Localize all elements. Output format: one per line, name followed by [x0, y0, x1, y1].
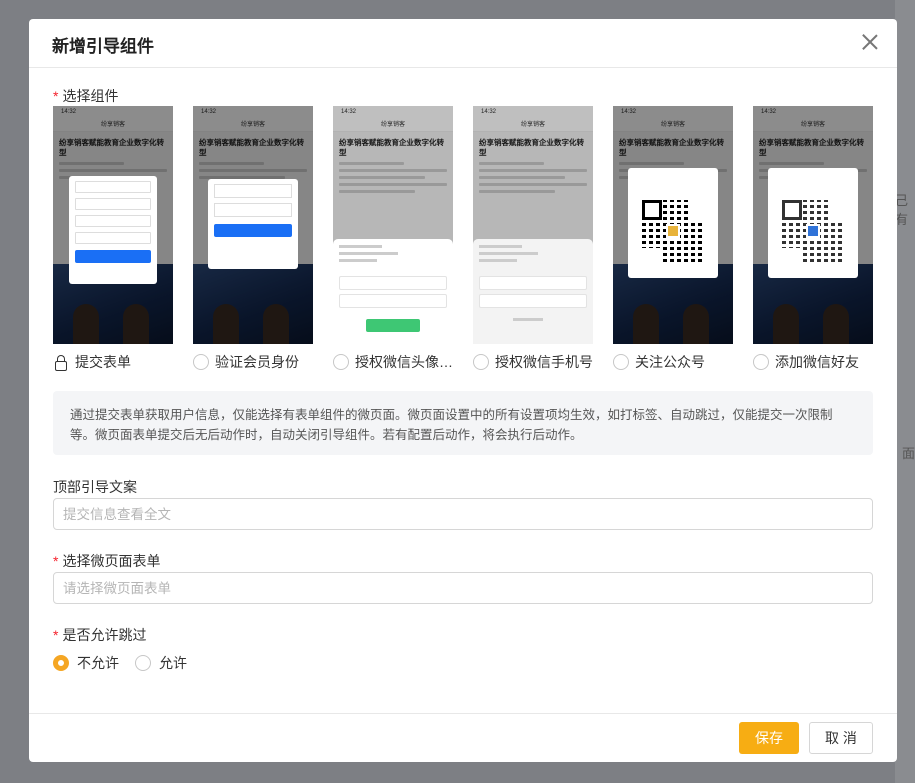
auth-sheet-preview [333, 239, 453, 344]
card-label: 验证会员身份 [215, 354, 299, 370]
qr-logo [666, 224, 680, 238]
skip-option-disallow[interactable]: 不允许 [53, 653, 119, 673]
preview-thumbnail: 14:32 纷享销客 纷享销客赋能教育企业数字化转型 [333, 106, 453, 344]
dialog-title: 新增引导组件 [52, 37, 154, 56]
skip-radio-group: 不允许 允许 [53, 653, 203, 673]
component-card-wechat-phone[interactable]: 14:32 纷享销客 纷享销客赋能教育企业数字化转型 授权微信手机号 [473, 106, 593, 370]
card-label: 添加微信好友 [775, 354, 859, 370]
radio-button[interactable] [193, 354, 209, 370]
radio-button[interactable] [333, 354, 349, 370]
required-mark: * [53, 553, 59, 569]
component-card-follow-account[interactable]: 14:32 纷享销客 纷享销客赋能教育企业数字化转型 关注公众号 [613, 106, 733, 370]
qr-popup-preview [628, 168, 718, 278]
qr-logo [806, 224, 820, 238]
close-icon[interactable] [861, 33, 879, 51]
dialog-footer: 保存 取 消 [29, 713, 897, 762]
radio-button[interactable] [753, 354, 769, 370]
card-label: 提交表单 [75, 354, 131, 370]
radio-button[interactable] [473, 354, 489, 370]
add-guide-component-dialog: 新增引导组件 *选择组件 14:32 纷享销客 纷享销客赋能教育企业数字化转型 [29, 19, 897, 762]
background-text: 面 [901, 446, 915, 461]
cancel-button[interactable]: 取 消 [809, 722, 873, 754]
component-card-add-wechat-friend[interactable]: 14:32 纷享销客 纷享销客赋能教育企业数字化转型 添加微信好友 [753, 106, 873, 370]
auth-sheet-preview [473, 239, 593, 344]
lock-icon [53, 354, 69, 371]
form-select-label-text: 选择微页面表单 [62, 553, 161, 569]
preview-thumbnail: 14:32 纷享销客 纷享销客赋能教育企业数字化转型 [193, 106, 313, 344]
card-option[interactable]: 验证会员身份 [193, 352, 313, 372]
skip-option-allow[interactable]: 允许 [135, 653, 187, 673]
dialog-header: 新增引导组件 [29, 19, 897, 68]
option-label: 不允许 [77, 655, 119, 671]
card-option[interactable]: 添加微信好友 [753, 352, 873, 372]
card-label: 授权微信头像… [355, 354, 453, 370]
component-cards: 14:32 纷享销客 纷享销客赋能教育企业数字化转型 提交表单 14:32 纷享 [53, 106, 883, 376]
component-card-verify-member[interactable]: 14:32 纷享销客 纷享销客赋能教育企业数字化转型 验证会员身份 [193, 106, 313, 370]
top-copy-input[interactable] [53, 498, 873, 530]
card-option[interactable]: 提交表单 [53, 352, 173, 372]
card-option[interactable]: 授权微信头像… [333, 352, 453, 372]
form-select-label: * 选择微页面表单 [53, 551, 160, 571]
component-card-wechat-avatar[interactable]: 14:32 纷享销客 纷享销客赋能教育企业数字化转型 授权微信头像… [333, 106, 453, 370]
preview-thumbnail: 14:32 纷享销客 纷享销客赋能教育企业数字化转型 [753, 106, 873, 344]
form-popup-preview [69, 176, 157, 284]
card-label: 关注公众号 [635, 354, 705, 370]
info-notice: 通过提交表单获取用户信息，仅能选择有表单组件的微页面。微页面设置中的所有设置项均… [53, 391, 873, 455]
background-text: 己有 [895, 193, 909, 227]
component-label: * 选择组件 [53, 86, 118, 106]
required-mark: * [53, 88, 59, 104]
preview-thumbnail: 14:32 纷享销客 纷享销客赋能教育企业数字化转型 [53, 106, 173, 344]
preview-thumbnail: 14:32 纷享销客 纷享销客赋能教育企业数字化转型 [473, 106, 593, 344]
form-select-input[interactable] [53, 572, 873, 604]
save-button[interactable]: 保存 [739, 722, 799, 754]
qr-popup-preview [768, 168, 858, 278]
component-card-submit-form[interactable]: 14:32 纷享销客 纷享销客赋能教育企业数字化转型 提交表单 [53, 106, 173, 371]
preview-thumbnail: 14:32 纷享销客 纷享销客赋能教育企业数字化转型 [613, 106, 733, 344]
card-option[interactable]: 关注公众号 [613, 352, 733, 372]
radio-button[interactable] [135, 655, 151, 671]
card-label: 授权微信手机号 [495, 354, 593, 370]
skip-label: * 是否允许跳过 [53, 625, 146, 645]
option-label: 允许 [159, 655, 187, 671]
radio-button[interactable] [613, 354, 629, 370]
background-strip: 己有 面 [895, 0, 915, 783]
skip-label-text: 是否允许跳过 [62, 627, 147, 643]
radio-button-checked[interactable] [53, 655, 69, 671]
login-popup-preview [208, 179, 298, 269]
card-option[interactable]: 授权微信手机号 [473, 352, 593, 372]
component-label-text: 选择组件 [62, 88, 119, 104]
required-mark: * [53, 627, 59, 643]
top-copy-label: 顶部引导文案 [53, 479, 137, 495]
